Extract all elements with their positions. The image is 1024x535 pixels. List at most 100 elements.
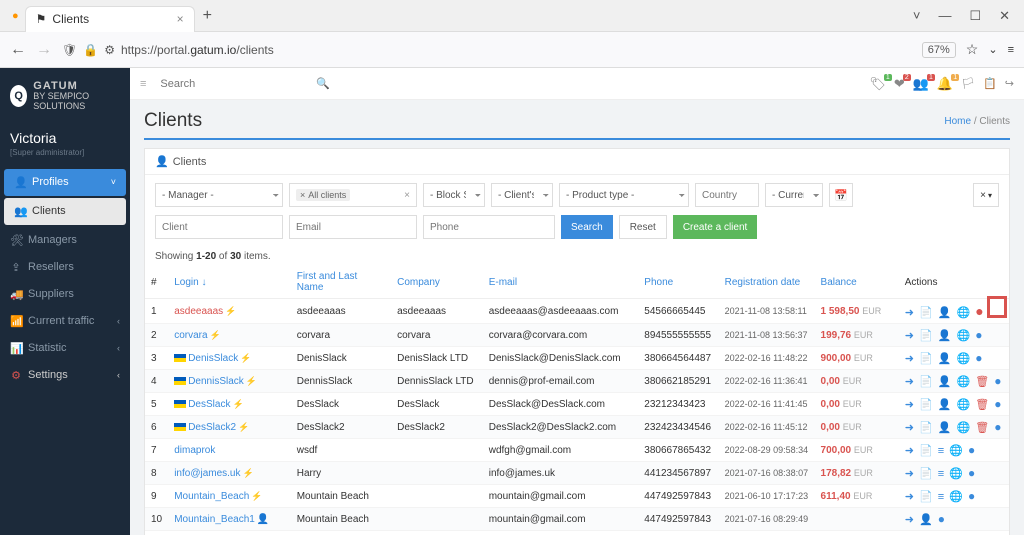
topbar-badge[interactable]: 👥1	[913, 76, 929, 92]
status-dot-blue[interactable]: ●	[938, 512, 946, 526]
bookmark-icon[interactable]: ☆	[966, 41, 979, 58]
breadcrumb-home[interactable]: Home	[944, 116, 971, 127]
cell-actions[interactable]: ➜ 📄 ≡ 🌐 ●	[899, 439, 1009, 462]
cell-name: Mountain Beach	[291, 508, 391, 531]
bolt-icon: ⚡	[232, 399, 243, 409]
sidebar-item-clients[interactable]: 👥Clients	[4, 198, 126, 225]
minimize-icon[interactable]: —	[938, 8, 951, 24]
filter-manager[interactable]: - Manager -	[155, 183, 283, 207]
url-field[interactable]: 🛡 🔒 ⚙ https://portal.gatum.io/clients	[62, 43, 912, 57]
topbar-badge[interactable]: ❤2	[894, 76, 905, 92]
delete-icon[interactable]: 🗑	[975, 376, 990, 388]
col-email[interactable]: E-mail	[483, 266, 639, 299]
tab-title: Clients	[52, 12, 89, 26]
status-dot-blue[interactable]: ●	[968, 466, 976, 480]
status-dot-blue[interactable]: ●	[975, 328, 983, 342]
cell-actions[interactable]: ➜ 📄 ≡ 🌐 ●	[899, 531, 1009, 535]
cell-balance: 611,40 EUR	[815, 485, 899, 508]
filter-block-status[interactable]: - Block Status	[423, 183, 485, 207]
forward-button[interactable]: →	[36, 41, 52, 59]
sidebar-item-resellers[interactable]: ⇪Resellers	[0, 254, 130, 281]
login-link[interactable]: dimaprok	[174, 445, 215, 456]
filter-product-type[interactable]: - Product type -	[559, 183, 689, 207]
pocket-icon[interactable]: ⌄	[988, 43, 997, 56]
col-registration[interactable]: Registration date	[719, 266, 815, 299]
status-dot-blue[interactable]: ●	[968, 489, 976, 503]
delete-icon[interactable]: 🗑	[975, 399, 990, 411]
topbar-badge[interactable]: 🔔1	[937, 76, 953, 92]
cell-actions[interactable]: ➜ 📄 👤 🌐 ●	[899, 324, 1009, 347]
col-index[interactable]: #	[145, 266, 168, 299]
cell-actions[interactable]: ➜ 📄 ≡ 🌐 ●	[899, 462, 1009, 485]
topbar-icon[interactable]: ↪	[1005, 77, 1014, 90]
cell-actions[interactable]: ➜ 👤 ●	[899, 508, 1009, 531]
col-balance[interactable]: Balance	[815, 266, 899, 299]
back-button[interactable]: ←	[10, 41, 26, 59]
topbar-icon[interactable]: 📋	[983, 77, 997, 90]
login-link[interactable]: DennisSlack	[188, 376, 244, 387]
close-icon[interactable]: ×	[177, 12, 184, 26]
sidebar-item-managers[interactable]: 🛠Managers	[0, 227, 130, 254]
filter-country[interactable]	[695, 183, 759, 207]
login-link[interactable]: info@james.uk	[174, 468, 240, 479]
filter-currency[interactable]: - Currency -	[765, 183, 823, 207]
col-company[interactable]: Company	[391, 266, 483, 299]
maximize-icon[interactable]: ☐	[969, 8, 981, 24]
status-dot-blue[interactable]: ●	[968, 443, 976, 457]
status-dot-red[interactable]: ●	[975, 303, 984, 319]
delete-icon[interactable]: 🗑	[975, 422, 990, 434]
search-icon[interactable]: 🔍	[316, 77, 330, 90]
cell-phone: 54566665445	[638, 299, 718, 324]
app-menu-icon[interactable]: ≡	[1008, 44, 1014, 56]
chevron-down-icon[interactable]: ˅	[913, 8, 921, 24]
login-link[interactable]: corvara	[174, 330, 207, 341]
reset-button[interactable]: Reset	[619, 215, 667, 239]
search-input[interactable]	[156, 74, 306, 94]
close-window-icon[interactable]: ✕	[999, 8, 1010, 24]
cell-index: 7	[145, 439, 168, 462]
login-link[interactable]: asdeeaaas	[174, 306, 223, 317]
clear-filters-button[interactable]: × ▾	[973, 183, 999, 207]
status-dot-blue[interactable]: ●	[975, 351, 983, 365]
menu-toggle-icon[interactable]: ≡	[140, 78, 146, 90]
status-dot-blue[interactable]: ●	[994, 397, 1002, 411]
login-link[interactable]: DesSlack2	[188, 422, 236, 433]
col-name[interactable]: First and Last Name	[291, 266, 391, 299]
topbar-badge[interactable]: 🏷1	[869, 76, 886, 92]
filter-client-stat[interactable]: - Client's stat	[491, 183, 553, 207]
search-button[interactable]: Search	[561, 215, 613, 239]
col-login[interactable]: Login ↓	[168, 266, 291, 299]
cell-actions[interactable]: ➜ 📄 👤 🌐 🗑 ●	[899, 393, 1009, 416]
col-phone[interactable]: Phone	[638, 266, 718, 299]
cell-actions[interactable]: ➜ 📄 👤 🌐 🗑 ●	[899, 370, 1009, 393]
cell-balance: 0,00 EUR	[815, 416, 899, 439]
tag-all-clients[interactable]: × All clients	[296, 189, 350, 201]
cell-actions[interactable]: ➜ 📄 ≡ 🌐 ●	[899, 485, 1009, 508]
sidebar-item-suppliers[interactable]: 🚚Suppliers	[0, 281, 130, 308]
sidebar-item-settings[interactable]: ⚙Settings‹	[0, 362, 130, 389]
status-dot-blue[interactable]: ●	[994, 420, 1002, 434]
login-link[interactable]: Mountain_Beach	[174, 491, 249, 502]
login-link[interactable]: DenisSlack	[188, 353, 238, 364]
cell-name: asdeeaaas	[291, 299, 391, 324]
zoom-level[interactable]: 67%	[922, 42, 956, 58]
login-link[interactable]: Mountain_Beach1	[174, 514, 255, 525]
create-client-button[interactable]: Create a client	[673, 215, 757, 239]
cell-actions[interactable]: ➜ 📄 👤 🌐 ●	[899, 299, 1009, 324]
filter-client-name[interactable]	[155, 215, 283, 239]
new-tab-button[interactable]: +	[203, 7, 212, 25]
sidebar-item-current-traffic[interactable]: 📶Current traffic‹	[0, 308, 130, 335]
sidebar-item-statistic[interactable]: 📊Statistic‹	[0, 335, 130, 362]
calendar-button[interactable]: 📅	[829, 183, 853, 207]
cell-actions[interactable]: ➜ 📄 👤 🌐 🗑 ●	[899, 416, 1009, 439]
cell-actions[interactable]: ➜ 📄 👤 🌐 ●	[899, 347, 1009, 370]
status-dot-blue[interactable]: ●	[994, 374, 1002, 388]
filter-phone[interactable]	[423, 215, 555, 239]
cell-email: DesSlack2@DesSlack2.com	[483, 416, 639, 439]
filter-email[interactable]	[289, 215, 417, 239]
browser-tab[interactable]: ⚑ Clients ×	[25, 6, 195, 32]
login-link[interactable]: DesSlack	[188, 399, 230, 410]
topbar-icon[interactable]: 🏳	[961, 77, 975, 90]
filter-clients[interactable]: × All clients ×	[289, 183, 417, 207]
sidebar-item-profiles[interactable]: 👤Profiles˅	[4, 169, 126, 196]
